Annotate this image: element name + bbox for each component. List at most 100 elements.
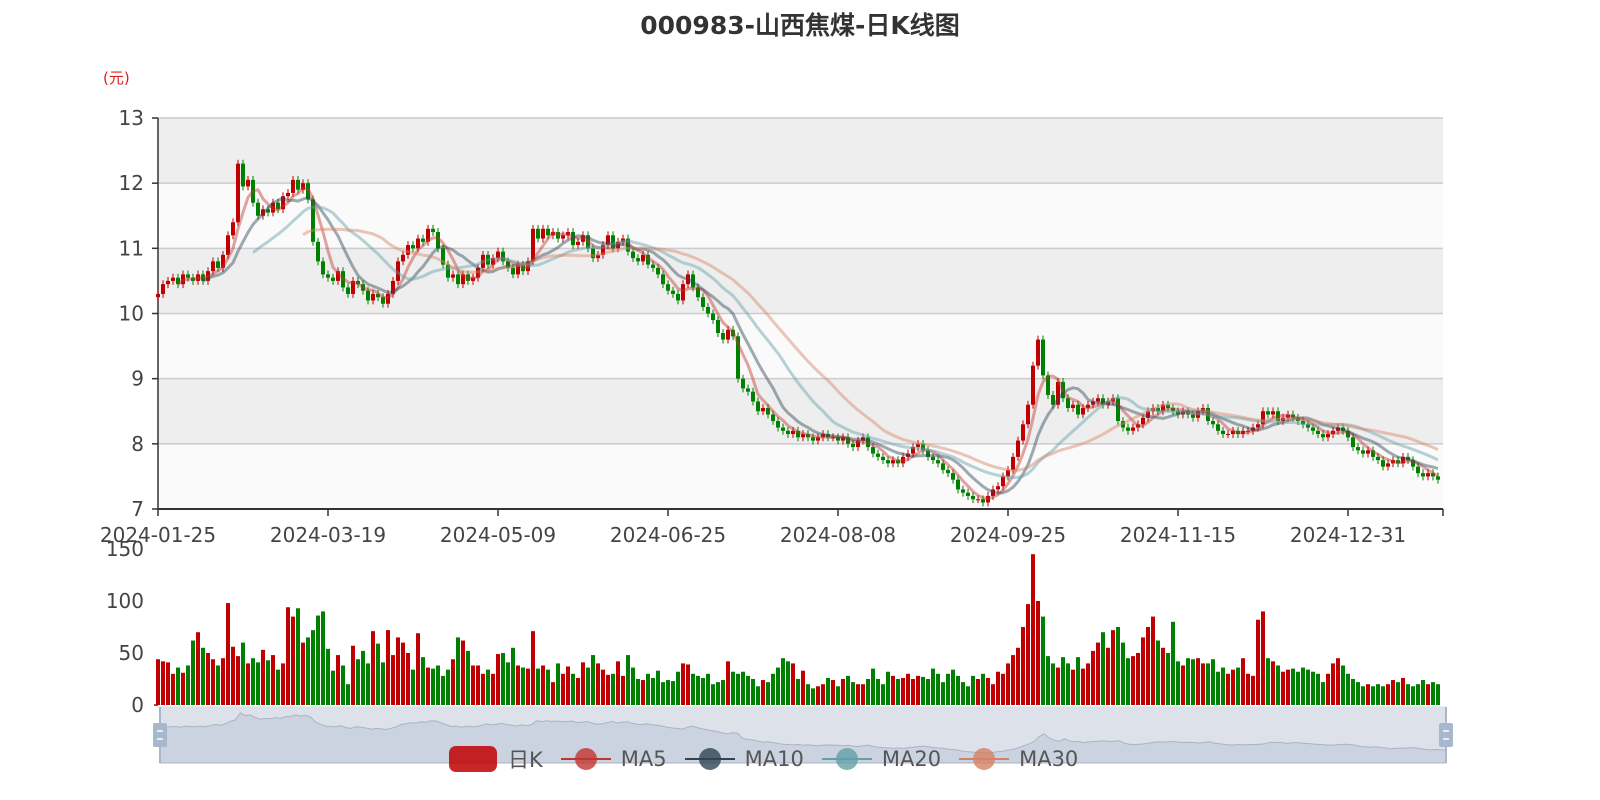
candle-body (781, 427, 785, 431)
volume-bar (816, 686, 820, 705)
volume-bar (691, 673, 695, 705)
volume-bar (696, 675, 700, 705)
candle-body (546, 228, 550, 236)
volume-bar (821, 684, 825, 705)
volume-bar (906, 673, 910, 705)
x-tick-label: 2024-08-08 (780, 523, 896, 547)
volume-bar (761, 680, 765, 705)
candle[interactable] (236, 159, 240, 227)
candle-body (751, 391, 755, 402)
volume-bar (571, 673, 575, 705)
volume-bar (1171, 621, 1175, 705)
candle-body (451, 274, 455, 278)
candle-body (786, 430, 790, 435)
candle-body (561, 235, 565, 239)
candle-body (946, 469, 950, 474)
y-tick-label: 11 (119, 236, 144, 260)
candle-body (676, 293, 680, 301)
volume-bar (1286, 669, 1290, 705)
volume-bar (341, 665, 345, 705)
volume-bar (1106, 647, 1110, 705)
volume-bar (701, 677, 705, 705)
volume-bar (936, 673, 940, 705)
volume-bar (1076, 657, 1080, 705)
candle-body (1271, 411, 1275, 415)
candle[interactable] (1031, 361, 1035, 409)
candle-body (871, 447, 875, 454)
volume-bar (1051, 663, 1055, 705)
volume-bar (951, 669, 955, 705)
volume-bar (876, 679, 880, 705)
candle-body (331, 277, 335, 281)
candle[interactable] (241, 159, 245, 191)
candle-body (1211, 421, 1215, 425)
volume-bar (421, 657, 425, 705)
volume-bar (481, 673, 485, 705)
volume-bar (626, 655, 630, 705)
volume-bar (961, 682, 965, 705)
volume-bar (786, 661, 790, 705)
volume-bar (1281, 671, 1285, 705)
volume-bar (731, 671, 735, 705)
volume-bar (306, 637, 310, 705)
volume-tick-label: 50 (119, 641, 144, 665)
volume-bar (991, 684, 995, 705)
legend-item-daily-k[interactable]: 日K (448, 744, 543, 774)
volume-bar (1206, 663, 1210, 705)
volume-bar (946, 673, 950, 705)
candle-body (246, 179, 250, 187)
volume-bar (676, 671, 680, 705)
candle-body (186, 274, 190, 278)
volume-bar (326, 648, 330, 705)
candle-body (956, 479, 960, 490)
legend-item-ma10[interactable]: MA10 (684, 745, 804, 773)
candle[interactable] (1026, 400, 1030, 429)
volume-bar (631, 667, 635, 705)
candle-body (711, 313, 715, 321)
volume-bar (386, 630, 390, 705)
volume-bar (621, 675, 625, 705)
volume-bar (931, 668, 935, 705)
legend-item-ma5[interactable]: MA5 (560, 745, 667, 773)
legend-label: MA30 (1019, 747, 1079, 771)
candle-body (321, 261, 325, 275)
volume-bar (221, 658, 225, 705)
candle-body (1011, 456, 1015, 470)
candle-body (761, 407, 765, 412)
volume-bar (1346, 673, 1350, 705)
candle-body (771, 414, 775, 422)
volume-bar (846, 675, 850, 705)
candle-body (726, 329, 730, 340)
legend-item-ma20[interactable]: MA20 (821, 745, 941, 773)
candle-body (666, 284, 670, 291)
volume-bar (416, 633, 420, 705)
legend-item-ma30[interactable]: MA30 (959, 745, 1078, 773)
candle-body (366, 290, 370, 301)
candle-body (1031, 365, 1035, 405)
volume-bar (746, 675, 750, 705)
volume-bar (1201, 663, 1205, 705)
candle[interactable] (1036, 335, 1040, 370)
volume-bar (671, 681, 675, 705)
candle[interactable] (316, 237, 320, 266)
volume-bar (1131, 656, 1135, 705)
volume-bar (836, 686, 840, 705)
candle-body (966, 492, 970, 496)
volume-bar (426, 667, 430, 705)
volume-bar (476, 665, 480, 705)
volume-bar (1111, 630, 1115, 705)
volume-bar (321, 611, 325, 705)
volume-bar (716, 682, 720, 705)
volume-bar (371, 631, 375, 705)
candle-body (371, 293, 375, 301)
volume-bar (1306, 669, 1310, 705)
candle[interactable] (1041, 335, 1045, 380)
y-tick-label: 7 (131, 497, 144, 521)
candle-body (541, 228, 545, 239)
volume-bar (986, 677, 990, 705)
candle-body (1381, 460, 1385, 467)
volume-bar (686, 664, 690, 705)
volume-bar (346, 684, 350, 705)
candle-body (1376, 456, 1380, 461)
volume-bar (281, 663, 285, 705)
